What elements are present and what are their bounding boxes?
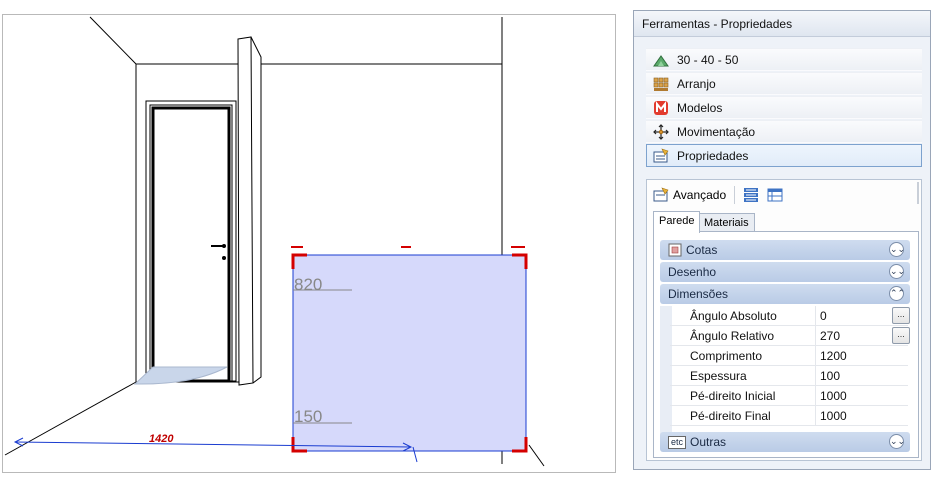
- property-pages-icon[interactable]: [767, 187, 783, 203]
- etc-icon: etc: [668, 435, 687, 449]
- panel-title: Ferramentas - Propriedades: [634, 11, 930, 37]
- tab-materiais[interactable]: Materiais: [698, 213, 755, 233]
- group-label: Desenho: [668, 265, 717, 279]
- advanced-properties-icon: [653, 187, 669, 203]
- property-value[interactable]: 270: [820, 329, 840, 343]
- wall-column[interactable]: [237, 36, 262, 386]
- toolbar-edge: [917, 182, 919, 204]
- tool-label: Modelos: [677, 100, 723, 115]
- tab-parede[interactable]: Parede: [653, 211, 701, 233]
- tool-label: Arranjo: [677, 76, 716, 91]
- property-name: Espessura: [690, 369, 747, 383]
- arrangement-icon: [653, 76, 669, 92]
- property-value[interactable]: 100: [820, 369, 840, 383]
- group-dimensoes[interactable]: Dimensões ⌃⌃: [660, 284, 910, 304]
- property-value[interactable]: 0: [820, 309, 827, 323]
- property-row-espessura[interactable]: Espessura 100: [670, 366, 908, 386]
- group-label: Outras: [690, 435, 727, 449]
- column-divider: [815, 366, 816, 386]
- door[interactable]: [133, 100, 237, 385]
- column-divider: [815, 306, 816, 326]
- tool-item-arranjo[interactable]: Arranjo: [646, 72, 922, 95]
- property-row-angulo-relativo[interactable]: Ângulo Relativo 270 ...: [670, 326, 910, 346]
- categorized-view-icon[interactable]: [743, 187, 759, 203]
- property-row-pe-direito-inicial[interactable]: Pé-direito Inicial 1000: [670, 386, 908, 406]
- group-outras[interactable]: etc Outras ⌄⌄: [660, 432, 910, 452]
- tool-label: 30 - 40 - 50: [677, 52, 739, 67]
- tools-properties-panel: Ferramentas - Propriedades 30 - 40 - 50 …: [633, 10, 931, 470]
- chevron-down-icon[interactable]: ⌄⌄: [889, 242, 905, 257]
- tool-item-propriedades[interactable]: Propriedades: [646, 144, 922, 167]
- dimension-label-150: 150: [294, 407, 322, 426]
- chevron-down-icon[interactable]: ⌄⌄: [889, 264, 905, 279]
- group-cotas[interactable]: Cotas ⌄⌄: [660, 240, 910, 260]
- models-m-icon: [653, 100, 669, 116]
- dimensions-icon: [668, 243, 682, 257]
- property-name: Pé-direito Inicial: [690, 389, 776, 403]
- property-row-comprimento[interactable]: Comprimento 1200: [670, 346, 908, 366]
- advanced-toolbar: Avançado: [653, 184, 791, 206]
- toolbar-separator: [734, 186, 736, 204]
- property-name: Ângulo Absoluto: [690, 309, 777, 323]
- property-value[interactable]: 1000: [820, 389, 847, 403]
- ellipsis-button[interactable]: ...: [892, 307, 910, 324]
- property-row-angulo-absoluto[interactable]: Ângulo Absoluto 0 ...: [670, 306, 910, 326]
- tool-label: Propriedades: [677, 148, 749, 163]
- chevron-down-icon[interactable]: ⌄⌄: [889, 434, 905, 449]
- column-divider: [815, 386, 816, 406]
- group-label: Cotas: [686, 243, 718, 257]
- advanced-properties-box: Avançado Parede Materiais Cotas ⌄⌄ Desen…: [646, 179, 922, 461]
- view-3d-icon: [653, 52, 669, 68]
- property-name: Comprimento: [690, 349, 763, 363]
- group-label: Dimensões: [668, 287, 729, 301]
- group-desenho[interactable]: Desenho ⌄⌄: [660, 262, 910, 282]
- tool-item-movimentacao[interactable]: Movimentação: [646, 120, 922, 143]
- column-divider: [815, 326, 816, 346]
- dimension-label-820: 820: [294, 275, 322, 294]
- column-divider: [815, 406, 816, 426]
- property-value[interactable]: 1000: [820, 409, 847, 423]
- advanced-label[interactable]: Avançado: [673, 188, 726, 202]
- chevron-up-icon[interactable]: ⌃⌃: [889, 286, 905, 301]
- 3d-viewport[interactable]: 820 150 1420: [2, 14, 616, 473]
- properties-icon: [653, 147, 669, 164]
- property-name: Ângulo Relativo: [690, 329, 775, 343]
- dimension-label-1420: 1420: [149, 433, 174, 445]
- ellipsis-button[interactable]: ...: [892, 327, 910, 344]
- column-divider: [815, 346, 816, 366]
- move-arrows-icon: [653, 123, 669, 140]
- property-row-pe-direito-final[interactable]: Pé-direito Final 1000: [670, 406, 908, 426]
- property-name: Pé-direito Final: [690, 409, 771, 423]
- tool-item-modelos[interactable]: Modelos: [646, 96, 922, 119]
- room-drawing[interactable]: 820 150 1420: [3, 15, 616, 473]
- tab-content-parede: Cotas ⌄⌄ Desenho ⌄⌄ Dimensões ⌃⌃ Ângulo …: [653, 231, 919, 458]
- property-value[interactable]: 1200: [820, 349, 847, 363]
- tool-label: Movimentação: [677, 124, 756, 139]
- selected-wall[interactable]: [291, 246, 528, 453]
- tool-item-30-40-50[interactable]: 30 - 40 - 50: [646, 48, 922, 71]
